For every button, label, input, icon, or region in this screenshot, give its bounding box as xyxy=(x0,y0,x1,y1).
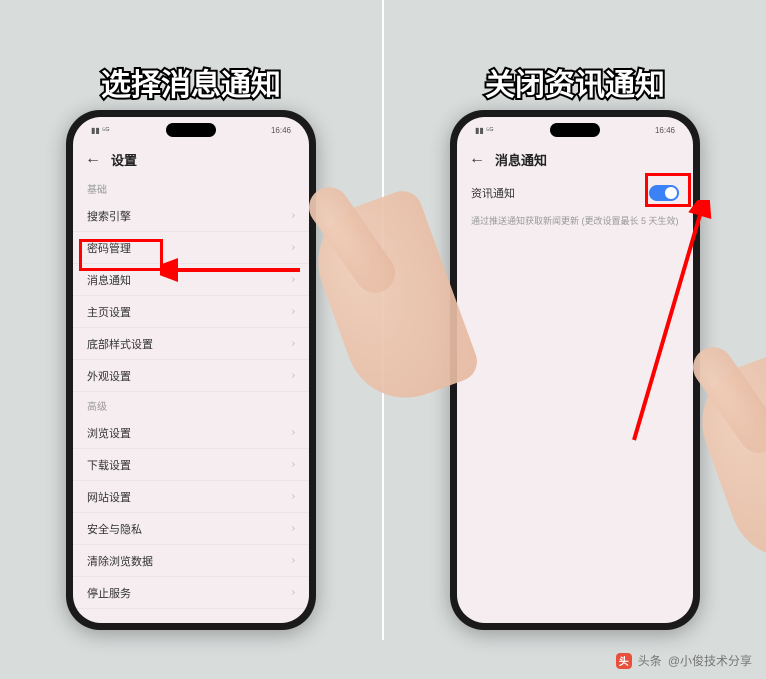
settings-item[interactable]: 网站设置 › xyxy=(73,481,309,513)
settings-item[interactable]: 底部样式设置 › xyxy=(73,328,309,360)
status-time: 16:46 xyxy=(655,126,675,135)
settings-item[interactable]: 浏览设置 › xyxy=(73,417,309,449)
chevron-right-icon: › xyxy=(292,306,295,317)
right-banner: 关闭资讯通知 xyxy=(485,60,665,104)
settings-item-label: 安全与隐私 xyxy=(87,521,142,537)
left-banner: 选择消息通知 xyxy=(101,60,281,104)
chevron-right-icon: › xyxy=(292,459,295,470)
status-time: 16:46 xyxy=(271,126,291,135)
settings-item[interactable]: 外观设置 › xyxy=(73,360,309,392)
chevron-right-icon: › xyxy=(292,555,295,566)
screen-right: ▮▮ ⁵ᴳ 16:46 ← 消息通知 资讯通知 通过推送通知获取新闻更新 (更改… xyxy=(457,117,693,623)
settings-item-label: 消息通知 xyxy=(87,272,131,288)
signal-icon: ▮▮ ⁵ᴳ xyxy=(91,126,109,135)
chevron-right-icon: › xyxy=(292,274,295,285)
settings-item-label: 搜索引擎 xyxy=(87,208,131,224)
settings-item[interactable]: 安全与隐私 › xyxy=(73,513,309,545)
settings-item-label: 主页设置 xyxy=(87,304,131,320)
footer-credit: 头 头条 @小俊技术分享 xyxy=(616,652,752,669)
chevron-right-icon: › xyxy=(292,370,295,381)
page-title: 设置 xyxy=(111,150,137,169)
settings-item[interactable]: 搜索引擎 › xyxy=(73,200,309,232)
chevron-right-icon: › xyxy=(292,338,295,349)
camera-notch xyxy=(166,123,216,137)
settings-item[interactable]: 主页设置 › xyxy=(73,296,309,328)
toggle-row-news: 资讯通知 xyxy=(457,175,693,211)
settings-item[interactable]: 消息通知 › xyxy=(73,264,309,296)
header-bar: ← 消息通知 xyxy=(457,143,693,175)
settings-item-label: 密码管理 xyxy=(87,240,131,256)
chevron-right-icon: › xyxy=(292,523,295,534)
header-bar: ← 设置 xyxy=(73,143,309,175)
chevron-right-icon: › xyxy=(292,491,295,502)
chevron-right-icon: › xyxy=(292,587,295,598)
chevron-right-icon: › xyxy=(292,210,295,221)
settings-item-label: 停止服务 xyxy=(87,585,131,601)
left-panel: 选择消息通知 ▮▮ ⁵ᴳ 16:46 ← 设置 基础 搜索引擎›密码管理›消息通… xyxy=(0,0,384,640)
camera-notch xyxy=(550,123,600,137)
news-notification-toggle[interactable] xyxy=(649,185,679,201)
settings-item[interactable]: 下载设置 › xyxy=(73,449,309,481)
settings-item[interactable]: 停止服务 › xyxy=(73,577,309,609)
toggle-label: 资讯通知 xyxy=(471,185,515,201)
back-arrow-icon[interactable]: ← xyxy=(85,150,101,168)
toutiao-icon: 头 xyxy=(616,653,632,669)
footer-author: @小俊技术分享 xyxy=(668,652,752,669)
footer-prefix: 头条 xyxy=(638,652,662,669)
settings-item[interactable]: 密码管理 › xyxy=(73,232,309,264)
settings-item-label: 下载设置 xyxy=(87,457,131,473)
settings-item-label: 外观设置 xyxy=(87,368,131,384)
screen-left: ▮▮ ⁵ᴳ 16:46 ← 设置 基础 搜索引擎 › 密码管理 › 消息通知 › 主页设置 ›… xyxy=(73,117,309,623)
settings-item-label: 清除浏览数据 xyxy=(87,553,153,569)
phone-right: ▮▮ ⁵ᴳ 16:46 ← 消息通知 资讯通知 通过推送通知获取新闻更新 (更改… xyxy=(450,110,700,630)
settings-item-label: 底部样式设置 xyxy=(87,336,153,352)
chevron-right-icon: › xyxy=(292,242,295,253)
section-advanced-label: 高级 xyxy=(73,392,309,417)
hint-text: 通过推送通知获取新闻更新 (更改设置最长 5 天生效) xyxy=(457,211,693,232)
page-title: 消息通知 xyxy=(495,150,547,169)
settings-item-label: 浏览设置 xyxy=(87,425,131,441)
settings-item-label: 网站设置 xyxy=(87,489,131,505)
settings-item[interactable]: 清除浏览数据 › xyxy=(73,545,309,577)
back-arrow-icon[interactable]: ← xyxy=(469,150,485,168)
phone-left: ▮▮ ⁵ᴳ 16:46 ← 设置 基础 搜索引擎 › 密码管理 › 消息通知 › 主页设置 ›… xyxy=(66,110,316,630)
signal-icon: ▮▮ ⁵ᴳ xyxy=(475,126,493,135)
chevron-right-icon: › xyxy=(292,427,295,438)
section-basic-label: 基础 xyxy=(73,175,309,200)
